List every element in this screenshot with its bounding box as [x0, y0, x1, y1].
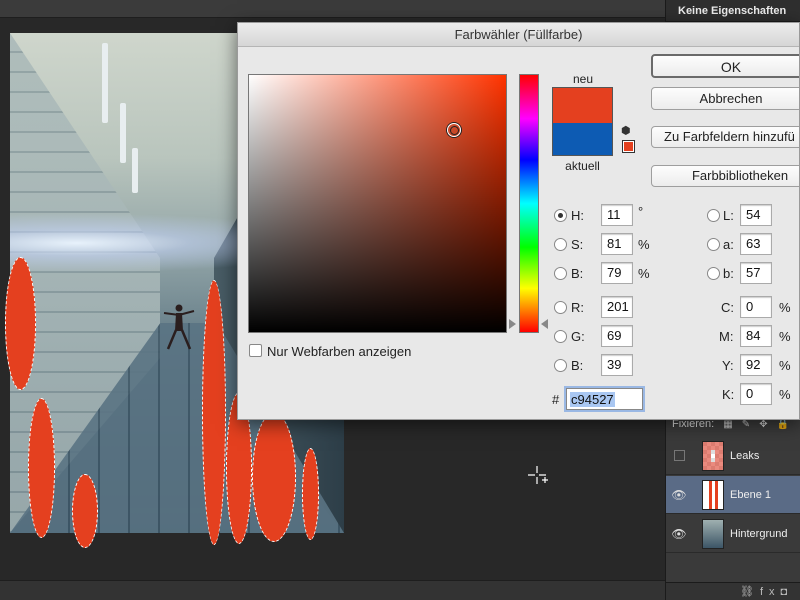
saturation-unit: % [638, 237, 650, 252]
web-colors-checkbox[interactable] [249, 344, 262, 357]
hue-slider-handle-left-icon[interactable] [509, 319, 516, 329]
hex-value: c94527 [570, 392, 615, 407]
mask-icon[interactable]: ◘ [781, 586, 794, 598]
yellow-field[interactable]: 92 [740, 354, 772, 376]
layer-name[interactable]: Ebene 1 [730, 489, 771, 501]
eye-icon[interactable]: 👁 [666, 527, 692, 541]
black-label: K: [722, 387, 735, 402]
layer-row-leaks[interactable]: Leaks [666, 437, 800, 475]
layers-footer: ⛓fx◘ [666, 582, 800, 600]
workspace-top-bar [0, 0, 665, 18]
magenta-label: M: [719, 329, 734, 344]
hex-field[interactable]: c94527 [566, 388, 643, 410]
hue-slider[interactable] [519, 74, 539, 333]
brightness-unit: % [638, 266, 650, 281]
layer-thumbnail [702, 518, 724, 549]
new-color-swatch [552, 87, 613, 123]
lab-a-field[interactable]: 63 [740, 233, 772, 255]
add-to-swatches-button[interactable]: Zu Farbfeldern hinzufü [651, 126, 799, 148]
link-icon[interactable]: ⛓ [740, 586, 760, 598]
status-bar [0, 580, 665, 600]
color-marker[interactable] [447, 123, 461, 137]
radio-brightness[interactable] [554, 267, 567, 280]
hue-field[interactable]: 11 [601, 204, 633, 226]
layer-name[interactable]: Hintergrund [730, 528, 787, 540]
saturation-label: S: [571, 237, 584, 252]
cancel-button[interactable]: Abbrechen [651, 87, 799, 110]
hue-unit: ° [638, 204, 644, 219]
properties-panel-title: Keine Eigenschaften [666, 0, 800, 22]
cyan-field[interactable]: 0 [740, 296, 772, 318]
layer-name[interactable]: Leaks [730, 450, 759, 462]
yellow-label: Y: [722, 358, 734, 373]
dialog-title: Farbwähler (Füllfarbe) [238, 23, 799, 47]
brightness-label: B: [571, 266, 584, 281]
window-slit [132, 148, 138, 193]
saturation-brightness-field[interactable] [248, 74, 507, 333]
current-color-swatch[interactable] [552, 123, 613, 156]
green-field[interactable]: 69 [601, 325, 633, 347]
person-figure [163, 304, 195, 350]
radio-red[interactable] [554, 301, 567, 314]
magenta-unit: % [779, 329, 791, 344]
radio-green[interactable] [554, 330, 567, 343]
radio-blue[interactable] [554, 359, 567, 372]
radio-lab-a[interactable] [707, 238, 720, 251]
window-slit [120, 103, 126, 163]
crosshair-cursor-icon [528, 466, 548, 484]
selection-drip [202, 280, 226, 545]
black-field[interactable]: 0 [740, 383, 772, 405]
window-slit [102, 43, 108, 123]
ok-button[interactable]: OK [651, 54, 799, 78]
eye-icon[interactable]: 👁 [666, 488, 692, 502]
green-label: G: [571, 329, 585, 344]
selection-drip [72, 474, 98, 548]
selection-drip [5, 257, 36, 390]
red-label: R: [571, 300, 584, 315]
gamut-warning-swatch[interactable] [622, 140, 635, 153]
color-libraries-button[interactable]: Farbbibliotheken [651, 165, 799, 187]
layer-thumbnail [702, 440, 724, 471]
red-field[interactable]: 201 [601, 296, 633, 318]
black-unit: % [779, 387, 791, 402]
radio-saturation[interactable] [554, 238, 567, 251]
new-color-label: neu [572, 72, 594, 86]
web-safe-cube-icon[interactable]: ⬢ [621, 124, 631, 137]
saturation-field[interactable]: 81 [601, 233, 633, 255]
fx-icon[interactable]: fx [760, 586, 781, 598]
blue-label: B: [571, 358, 584, 373]
cyan-label: C: [721, 300, 734, 315]
web-colors-label: Nur Webfarben anzeigen [267, 344, 412, 359]
selection-drip [302, 448, 319, 540]
current-color-label: aktuell [565, 159, 600, 173]
hue-label: H: [571, 208, 584, 223]
radio-hue[interactable] [554, 209, 567, 222]
selection-drip [252, 412, 296, 542]
cyan-unit: % [779, 300, 791, 315]
lab-b-label: b: [723, 266, 734, 281]
visibility-toggle[interactable] [666, 450, 692, 461]
radio-lab-l[interactable] [707, 209, 720, 222]
blue-field[interactable]: 39 [601, 354, 633, 376]
hex-label: # [552, 392, 560, 407]
yellow-unit: % [779, 358, 791, 373]
layer-thumbnail [702, 479, 724, 510]
lab-b-field[interactable]: 57 [740, 262, 772, 284]
hue-slider-handle-right-icon[interactable] [541, 319, 548, 329]
color-picker-dialog: Farbwähler (Füllfarbe) neu aktuell ⬢ OK … [237, 22, 800, 420]
lab-l-label: L: [723, 208, 734, 223]
brightness-field[interactable]: 79 [601, 262, 633, 284]
selection-drip [28, 398, 55, 538]
lab-l-field[interactable]: 54 [740, 204, 772, 226]
layer-row-hintergrund[interactable]: 👁 Hintergrund [666, 515, 800, 553]
layer-row-ebene-1[interactable]: 👁 Ebene 1 [666, 476, 800, 514]
lab-a-label: a: [723, 237, 734, 252]
radio-lab-b[interactable] [707, 267, 720, 280]
magenta-field[interactable]: 84 [740, 325, 772, 347]
